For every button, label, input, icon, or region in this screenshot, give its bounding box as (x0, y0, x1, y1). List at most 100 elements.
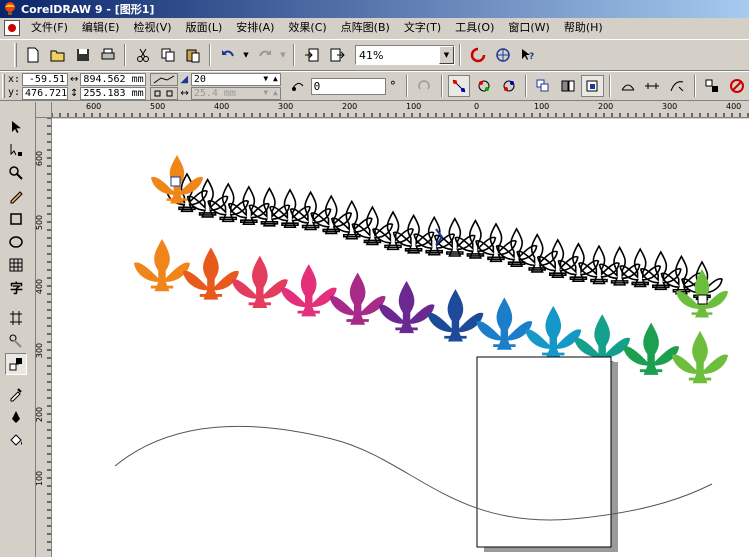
height-field[interactable]: 255.183 mm (80, 86, 147, 100)
fill-tool[interactable] (5, 429, 27, 451)
blend-start-handle[interactable] (170, 176, 181, 187)
interactive-transparency-tool[interactable] (5, 307, 27, 329)
clear-blend-button[interactable] (725, 75, 748, 97)
blend-end-handle[interactable] (697, 294, 708, 305)
blend-direction-icon[interactable] (287, 75, 310, 97)
clear-blend-icon (729, 79, 744, 93)
menu-view[interactable]: 检视(V) (126, 19, 178, 37)
toolbar-grip[interactable] (14, 43, 17, 67)
menu-help[interactable]: 帮助(H) (557, 19, 610, 37)
eyedropper-tool[interactable] (5, 383, 27, 405)
menu-effects[interactable]: 效果(C) (281, 19, 333, 37)
path-properties-button[interactable] (666, 75, 689, 97)
zoom-tool[interactable] (5, 162, 27, 184)
blend-steps-value: 20 (193, 73, 206, 85)
shape-tool[interactable] (5, 139, 27, 161)
chevron-down-icon[interactable]: ▼ (439, 46, 454, 64)
graph-paper-tool[interactable] (5, 254, 27, 276)
blend-step-colored (329, 272, 386, 325)
loop-blend-button[interactable] (413, 75, 436, 97)
menu-tools[interactable]: 工具(O) (448, 19, 501, 37)
blend-end-object[interactable] (676, 269, 728, 318)
menu-bitmaps[interactable]: 点阵图(B) (334, 19, 397, 37)
interactive-blend-tool[interactable] (5, 353, 27, 375)
blend-step-colored (378, 280, 435, 334)
v-ruler-label: 100 (36, 470, 45, 487)
degree-label: ° (389, 79, 396, 93)
blend-direction-field[interactable]: 0 (310, 77, 386, 95)
menu-layout[interactable]: 版面(L) (179, 19, 230, 37)
blend-step-outline (495, 228, 538, 268)
pick-tool[interactable] (5, 116, 27, 138)
undo-button[interactable] (216, 44, 239, 66)
vertical-ruler[interactable]: 600 500 400 300 200 100 (36, 118, 52, 557)
horizontal-ruler[interactable]: 600 500 400 300 200 100 0 100 200 300 40… (52, 102, 749, 118)
text-icon: 字 (10, 281, 23, 296)
ruler-origin-corner[interactable] (36, 102, 52, 118)
copy-blend-properties-button[interactable] (701, 75, 724, 97)
application-launcher-button[interactable] (466, 44, 489, 66)
new-button[interactable] (21, 44, 44, 66)
drawing-canvas[interactable] (52, 119, 749, 557)
y-position-field[interactable]: 476.721 (22, 86, 69, 100)
toolbar-grip[interactable] (2, 74, 5, 98)
redo-button[interactable] (253, 44, 276, 66)
blend-steps-field[interactable]: 20 ▼ ▲ (190, 72, 281, 86)
blend-step-colored (231, 255, 288, 308)
accelerate-sizing-button[interactable] (581, 75, 605, 97)
redo-dropdown[interactable]: ▼ (278, 44, 288, 66)
document-icon[interactable] (4, 20, 20, 36)
blend-spacing-field[interactable]: 25.4 mm ▼ ▲ (190, 86, 281, 100)
v-ruler-label: 300 (36, 342, 45, 359)
rectangle-tool[interactable] (5, 208, 27, 230)
counterclockwise-blend-button[interactable] (497, 75, 520, 97)
arrow-cursor-icon (12, 121, 21, 133)
menu-text[interactable]: 文字(T) (397, 19, 448, 37)
ellipse-icon (9, 236, 23, 248)
text-tool[interactable]: 字 (5, 277, 27, 299)
color-acceleration-button[interactable] (557, 75, 580, 97)
blend-spacing-button[interactable] (150, 86, 179, 100)
menu-arrange[interactable]: 安排(A) (229, 19, 281, 37)
spin-arrows-icon[interactable]: ▼ ▲ (263, 87, 277, 99)
misc-blend-options-button[interactable] (616, 75, 639, 97)
whats-this-button[interactable]: ? (516, 44, 539, 66)
undo-dropdown[interactable]: ▼ (241, 44, 251, 66)
blend-path-curve[interactable] (114, 425, 713, 521)
ellipse-tool[interactable] (5, 231, 27, 253)
blend-preset-button[interactable] (150, 72, 179, 86)
blend-step-colored (476, 297, 533, 350)
freehand-tool[interactable] (5, 185, 27, 207)
start-end-properties-button[interactable] (641, 75, 664, 97)
menu-window[interactable]: 窗口(W) (501, 19, 556, 37)
export-button[interactable] (325, 44, 348, 66)
corel-launcher-icon (470, 47, 485, 63)
pen-nib-icon (12, 411, 20, 423)
cut-button[interactable] (131, 44, 154, 66)
menu-edit[interactable]: 编辑(E) (75, 19, 127, 37)
save-button[interactable] (71, 44, 94, 66)
menu-file[interactable]: 文件(F) (24, 19, 75, 37)
counterclockwise-blend-icon (503, 80, 515, 92)
start-end-icon (645, 83, 660, 89)
blend-outline-steps (151, 155, 728, 318)
interactive-fill-tool[interactable] (5, 330, 27, 352)
x-position-field[interactable]: -59.51 (22, 72, 69, 86)
print-button[interactable] (96, 44, 119, 66)
outline-tool[interactable] (5, 406, 27, 428)
clockwise-blend-button[interactable] (472, 75, 495, 97)
open-button[interactable] (46, 44, 69, 66)
v-ruler-label: 200 (36, 406, 45, 423)
object-acceleration-button[interactable] (532, 75, 555, 97)
corel-online-button[interactable] (491, 44, 514, 66)
width-field[interactable]: 894.562 mm (80, 72, 147, 86)
zoom-level-combo[interactable]: 41% ▼ (355, 45, 455, 65)
h-ruler-label: 300 (278, 102, 294, 111)
printer-icon (101, 48, 114, 60)
copy-button[interactable] (156, 44, 179, 66)
position-labels: x: y: (8, 73, 20, 99)
paste-button[interactable] (181, 44, 204, 66)
spin-arrows-icon[interactable]: ▼ ▲ (263, 73, 277, 85)
import-button[interactable] (300, 44, 323, 66)
direct-blend-button[interactable] (447, 75, 471, 97)
